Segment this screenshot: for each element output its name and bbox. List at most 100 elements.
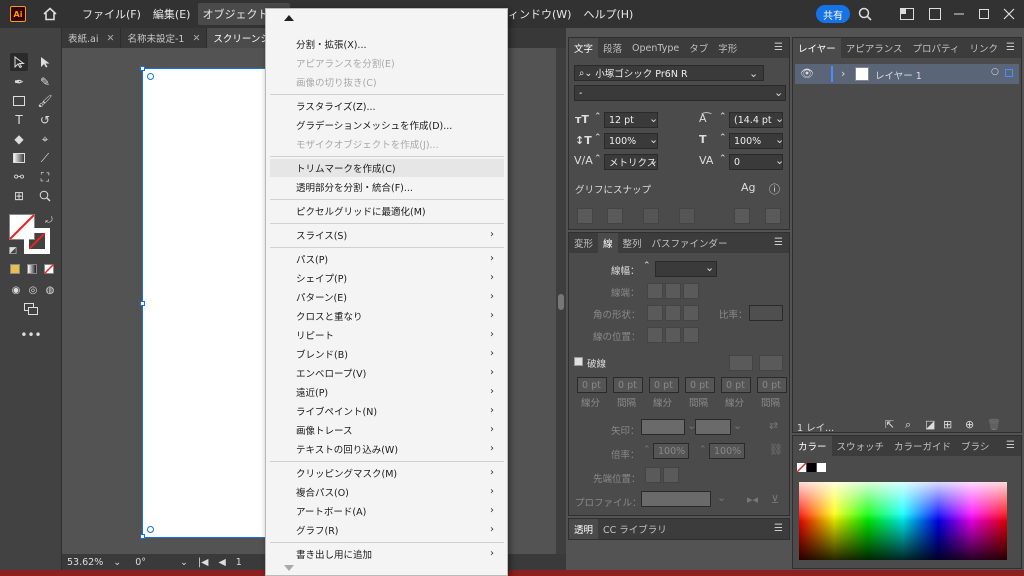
scroll-up-arrow-icon[interactable] [284,15,294,21]
snap-angle-icon[interactable] [734,208,750,224]
round-join-icon[interactable] [665,305,681,321]
panel-tab[interactable]: 文字 [569,38,599,58]
chevron-down-icon[interactable]: ⌄ [649,154,658,167]
round-cap-icon[interactable] [665,283,681,299]
stepper-icon[interactable]: ⌃ [719,112,727,122]
align-inside-icon[interactable] [665,327,681,343]
stepper-icon[interactable]: ⌃ [699,445,707,455]
object-menu-item[interactable]: パス(P) › [270,250,504,268]
flip-along-icon[interactable]: ▸◂ [747,493,758,506]
trash-icon[interactable]: 🗑 [987,418,1001,431]
dashed-checkbox[interactable] [574,357,583,366]
stepper-icon[interactable]: ⌃ [643,445,651,455]
default-colors-icon[interactable]: ◩ [4,242,22,260]
panel-tab[interactable]: 透明 [569,519,599,539]
panel-tab[interactable]: 字形 [713,38,742,58]
artboard-tool-icon[interactable]: ⊞ [10,187,28,205]
doc-tab[interactable]: 名称未設定-1 ✕ [121,28,208,48]
paintbrush-tool-icon[interactable]: 🖌 [36,92,54,110]
dash-value-field[interactable]: 0 pt [613,377,643,393]
object-menu-item[interactable]: 透明部分を分割・統合(F)... [270,178,504,196]
panel-tab[interactable]: レイヤー [793,38,841,58]
type-tool-icon[interactable]: T [10,111,28,129]
swap-arrows-icon[interactable]: ⇄ [769,419,778,432]
profile-select[interactable] [641,491,711,507]
square-cap-icon[interactable] [683,283,699,299]
object-menu-item[interactable]: ラスタライズ(Z)... [270,97,504,115]
panel-tab[interactable]: 段落 [598,38,627,58]
vertical-scrollbar[interactable] [556,48,566,554]
panel-menu-icon[interactable]: ☰ [774,237,783,248]
stepper-icon[interactable]: ⌃ [643,261,651,271]
scrollbar-thumb[interactable] [558,294,564,310]
arrange-icon[interactable] [926,5,944,23]
zoom-level[interactable]: 53.62% [62,557,108,568]
chevron-down-icon[interactable]: ⌄ [705,261,714,274]
screen-mode-icon[interactable] [22,300,40,318]
color-mode-icon[interactable] [10,264,20,274]
menu-item[interactable]: ファイル(F) [78,3,145,25]
new-layer-icon[interactable]: ⊕ [965,418,974,431]
restore-icon[interactable] [975,5,993,23]
snap-xheight-icon[interactable] [607,208,623,224]
dash-align-corners-icon[interactable] [729,355,753,371]
object-menu-item[interactable]: パターン(E) › [270,288,504,306]
visibility-eye-icon[interactable]: 👁 [800,67,814,80]
miter-join-icon[interactable] [647,305,663,321]
menu-item[interactable]: 編集(E) [149,3,195,25]
object-menu-item[interactable]: 遠近(P) › [270,383,504,401]
object-menu-item[interactable]: 分割・拡張(X)... [270,35,504,53]
butt-cap-icon[interactable] [647,283,663,299]
panel-tab[interactable]: アピアランス [841,38,908,58]
color-spectrum[interactable] [799,482,1007,560]
chevron-down-icon[interactable]: ⌄ [733,419,742,432]
dash-exact-icon[interactable] [759,355,783,371]
clipping-mask-icon[interactable]: ◪ [925,418,935,431]
object-menu-item[interactable]: シェイプ(P) › [270,269,504,287]
dash-value-field[interactable]: 0 pt [685,377,715,393]
zoom-tool-icon[interactable] [36,187,54,205]
layer-name[interactable]: レイヤー 1 [875,68,922,82]
chevron-down-icon[interactable]: ⌄ [717,491,726,504]
live-paint-tool-icon[interactable]: ⛶ [36,168,54,186]
curvature-tool-icon[interactable]: ✎ [36,73,54,91]
panel-menu-icon[interactable]: ☰ [1006,42,1015,53]
gradient-tool-icon[interactable] [10,149,28,167]
dash-value-field[interactable]: 0 pt [721,377,751,393]
object-menu-item[interactable]: スライス(S) › [270,226,504,244]
close-tab-icon[interactable]: ✕ [192,33,200,44]
panel-tab[interactable]: カラー [793,436,832,456]
direct-selection-tool-icon[interactable] [36,53,54,71]
search-icon[interactable] [856,5,874,23]
object-menu-item[interactable]: グラフ(R) › [270,521,504,539]
draw-behind-icon[interactable]: ◎ [24,281,42,299]
artboard-corner-widget[interactable] [147,526,154,533]
selection-handle[interactable] [140,534,145,539]
chevron-down-icon[interactable]: ⌄ [649,112,658,125]
pen-tool-icon[interactable]: ✒ [10,73,28,91]
selection-tool-icon[interactable] [10,53,28,71]
object-menu-item[interactable]: アピアランスを分割(E) [270,54,504,72]
align-center-icon[interactable] [647,327,663,343]
rectangle-tool-icon[interactable] [10,92,28,110]
stepper-icon[interactable]: ⌃ [719,154,727,164]
dash-value-field[interactable]: 0 pt [577,377,607,393]
first-artboard-icon[interactable]: |◀ [193,557,214,568]
arrow-start-select[interactable] [641,419,685,435]
selection-handle[interactable] [140,301,145,306]
arrow-scale-end-field[interactable]: 100% [709,443,745,459]
home-icon[interactable] [40,4,60,24]
object-menu-item[interactable]: アートボード(A) › [270,502,504,520]
panel-tab[interactable]: CC ライブラリ [598,519,672,539]
chevron-down-icon[interactable]: ⌄ [775,112,784,125]
close-icon[interactable] [1000,5,1018,23]
arrow-tip-extend-icon[interactable] [645,467,661,483]
black-swatch[interactable] [807,463,816,472]
doc-tab[interactable]: 表紙.ai ✕ [62,28,122,48]
draw-normal-icon[interactable]: ◉ [7,281,25,299]
snap-anchor-icon[interactable] [765,208,781,224]
blend-tool-icon[interactable]: ⚯ [10,168,28,186]
object-menu-item[interactable]: クロスと重なり › [270,307,504,325]
panel-menu-icon[interactable]: ☰ [774,523,783,534]
object-menu-item[interactable]: ブレンド(B) › [270,345,504,363]
